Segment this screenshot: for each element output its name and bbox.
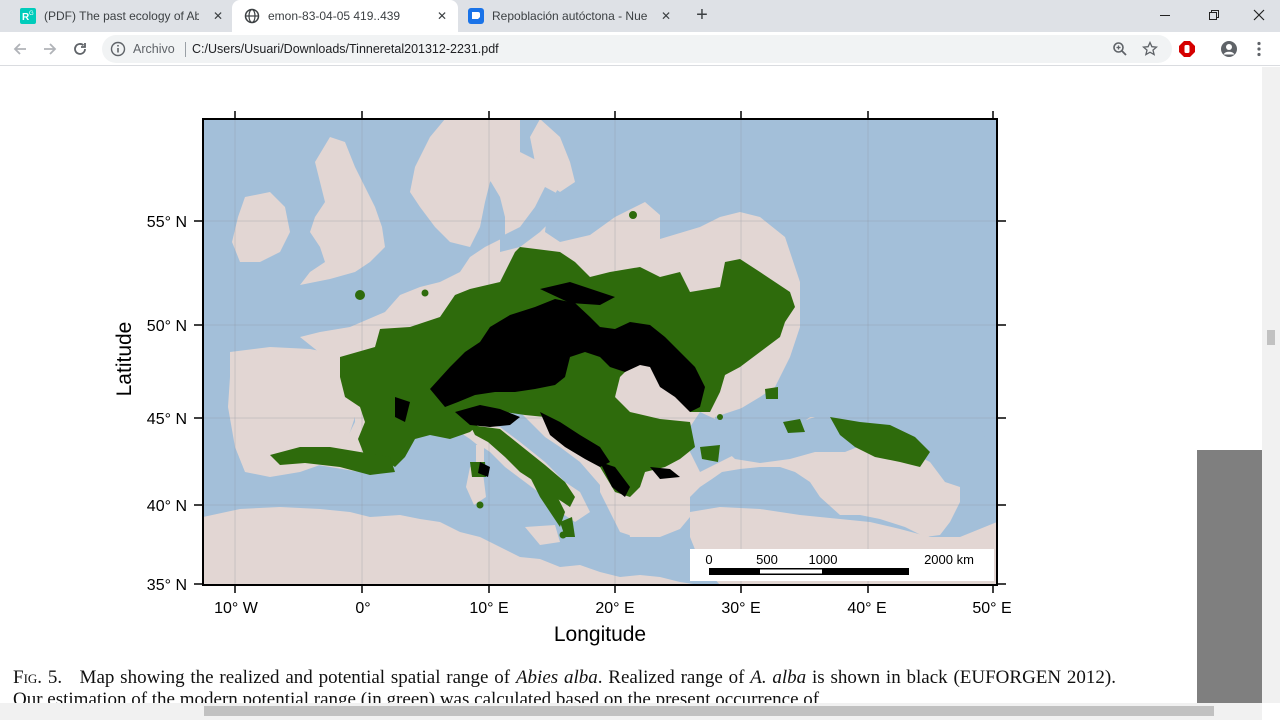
- corsica: [476, 444, 484, 462]
- caption-species-short: A. alba: [750, 667, 807, 688]
- scale-label-1000: 1000: [809, 552, 838, 567]
- close-tab-icon[interactable]: ✕: [434, 8, 450, 24]
- back-icon: [13, 43, 26, 55]
- window-close-button[interactable]: [1236, 0, 1280, 30]
- lat-label-45: 45° N: [147, 411, 187, 428]
- researchgate-icon: RG: [20, 8, 36, 24]
- info-icon[interactable]: [110, 41, 126, 57]
- lat-label-55: 55° N: [147, 214, 187, 231]
- forward-icon: [44, 43, 57, 55]
- vertical-scroll-thumb[interactable]: [1267, 330, 1275, 345]
- menu-button[interactable]: [1250, 40, 1268, 58]
- caption-species: Abies alba: [515, 667, 598, 688]
- figure-caption: Fig. 5. Map showing the realized and pot…: [13, 667, 1116, 703]
- vertical-scrollbar[interactable]: [1262, 67, 1280, 703]
- scale-label-500: 500: [756, 552, 778, 567]
- minimize-icon: [1160, 15, 1170, 16]
- close-tab-icon[interactable]: ✕: [210, 8, 226, 24]
- lon-label-30e: 30° E: [721, 600, 760, 617]
- caption-text-2: . Realized range of: [597, 667, 751, 688]
- tab-title: Repoblación autóctona - Nueva entrada: [492, 9, 647, 23]
- lon-label-40e: 40° E: [847, 600, 886, 617]
- tab-title: emon-83-04-05 419..439: [268, 9, 401, 23]
- tab-pdf-active[interactable]: emon-83-04-05 419..439 ✕: [232, 0, 458, 32]
- back-button[interactable]: [8, 37, 32, 61]
- address-separator: [185, 42, 186, 57]
- profile-button[interactable]: [1220, 40, 1238, 58]
- svg-text:G: G: [29, 11, 34, 17]
- lat-label-40: 40° N: [147, 498, 187, 515]
- forward-button[interactable]: [38, 37, 62, 61]
- longitude-labels: 10° W 0° 10° E 20° E 30° E 40° E 50° E: [214, 600, 1012, 617]
- blogger-icon: [468, 8, 484, 24]
- close-tab-icon[interactable]: ✕: [658, 8, 674, 24]
- range-map-figure: 0 500 1000 2000 km 55° N 50° N 45° N 40°…: [113, 111, 1012, 646]
- profile-icon: [1221, 41, 1237, 57]
- pdf-side-panel: [1197, 450, 1262, 703]
- address-bar[interactable]: Archivo C:/Users/Usuari/Downloads/Tinner…: [102, 35, 1172, 63]
- horizontal-scroll-thumb[interactable]: [204, 706, 1214, 716]
- scale-label-2000: 2000 km: [924, 552, 974, 567]
- new-tab-button[interactable]: +: [690, 4, 714, 28]
- reload-button[interactable]: [68, 37, 92, 61]
- maximize-button[interactable]: [1191, 0, 1237, 30]
- caption-text-1: Map showing the realized and potential s…: [79, 667, 516, 688]
- minimize-button[interactable]: [1142, 0, 1188, 30]
- latitude-labels: 55° N 50° N 45° N 40° N 35° N: [147, 214, 187, 594]
- tab-title: (PDF) The past ecology of Abies alba: [44, 9, 199, 23]
- star-icon: [1142, 41, 1158, 56]
- url-text[interactable]: C:/Users/Usuari/Downloads/Tinneretal2013…: [192, 42, 499, 56]
- y-axis-title: Latitude: [113, 322, 136, 397]
- adblock-button[interactable]: [1178, 40, 1196, 58]
- site-info-label: Archivo: [133, 42, 175, 56]
- close-icon: [1253, 9, 1265, 21]
- reload-icon: [74, 43, 86, 55]
- lat-label-35: 35° N: [147, 577, 187, 594]
- globe-icon: [244, 8, 260, 24]
- figure-label: Fig. 5.: [13, 667, 63, 688]
- scale-label-0: 0: [705, 552, 712, 567]
- adblock-icon: [1179, 41, 1195, 57]
- zoom-button[interactable]: [1111, 40, 1129, 58]
- x-axis-title: Longitude: [554, 623, 646, 646]
- lon-label-50e: 50° E: [972, 600, 1011, 617]
- lon-label-10e: 10° E: [469, 600, 508, 617]
- lon-label-20e: 20° E: [595, 600, 634, 617]
- lat-label-50: 50° N: [147, 318, 187, 335]
- pdf-viewport: 0 500 1000 2000 km 55° N 50° N 45° N 40°…: [0, 67, 1262, 703]
- lon-label-0: 0°: [355, 600, 370, 617]
- maximize-icon: [1209, 10, 1219, 20]
- menu-icon: [1257, 41, 1261, 57]
- tab-researchgate[interactable]: RG (PDF) The past ecology of Abies alba …: [8, 0, 234, 32]
- browser-toolbar: Archivo C:/Users/Usuari/Downloads/Tinner…: [0, 32, 1280, 66]
- bookmark-button[interactable]: [1141, 40, 1159, 58]
- lon-label-10w: 10° W: [214, 600, 259, 617]
- tab-strip: RG (PDF) The past ecology of Abies alba …: [0, 0, 1280, 32]
- zoom-icon: [1113, 42, 1127, 56]
- tab-blogger[interactable]: Repoblación autóctona - Nueva entrada ✕: [456, 0, 682, 32]
- scale-bar: 0 500 1000 2000 km: [690, 549, 994, 581]
